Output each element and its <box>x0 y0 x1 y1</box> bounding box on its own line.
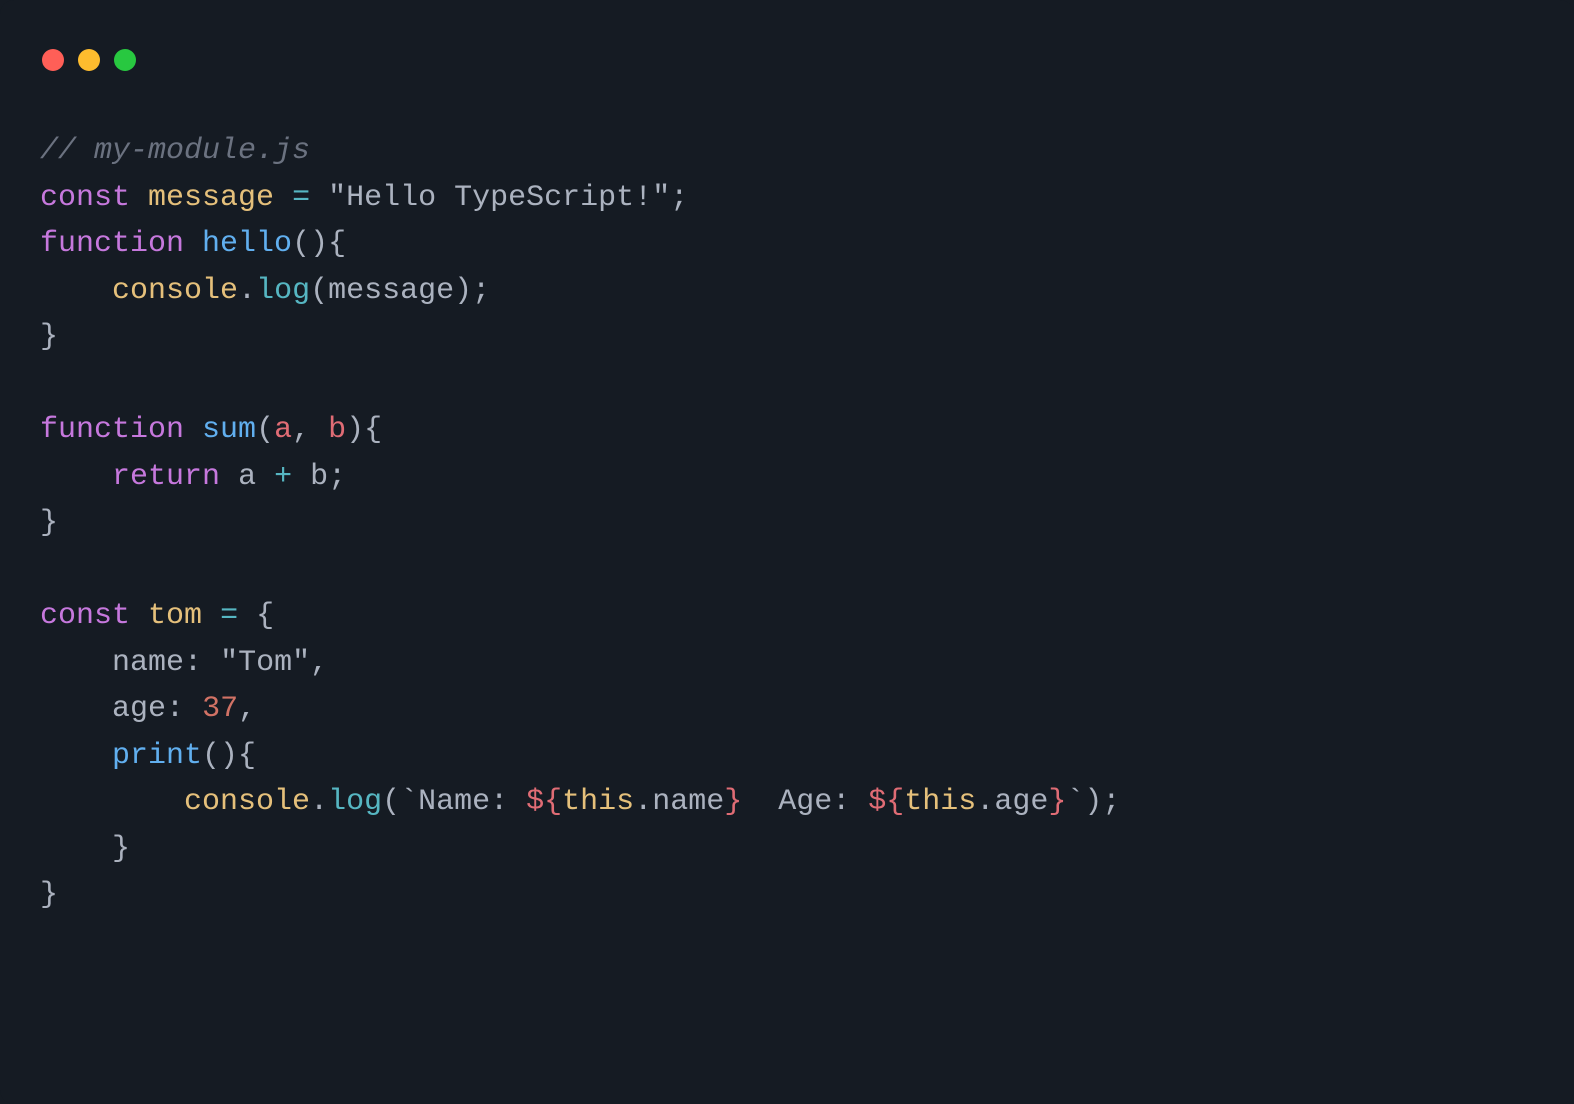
token-keyword: function <box>40 227 184 261</box>
token-space <box>292 460 310 494</box>
token-brace: { <box>256 599 274 633</box>
token-template-open: ${ <box>868 785 904 819</box>
token-template-open: ${ <box>526 785 562 819</box>
token-punct: ( <box>310 274 328 308</box>
token-string: Tom <box>238 646 292 680</box>
token-function-name: sum <box>202 413 256 447</box>
code-comment: // my-module.js <box>40 134 310 168</box>
token-space <box>130 599 148 633</box>
token-space <box>310 181 328 215</box>
token-operator: + <box>274 460 292 494</box>
token-this: this <box>562 785 634 819</box>
token-backtick: ` <box>1066 785 1084 819</box>
token-punct: , <box>238 692 256 726</box>
token-brace: } <box>40 320 58 354</box>
token-object: console <box>112 274 238 308</box>
token-template-close: } <box>1048 785 1066 819</box>
token-property: age <box>112 692 166 726</box>
editor-window: // my-module.js const message = "Hello T… <box>0 0 1574 1104</box>
token-indent <box>40 646 112 680</box>
token-brace: } <box>40 506 58 540</box>
token-punct: (){ <box>292 227 346 261</box>
token-param: a <box>274 413 292 447</box>
token-indent <box>40 739 112 773</box>
token-space <box>220 460 238 494</box>
code-editor[interactable]: // my-module.js const message = "Hello T… <box>0 90 1574 919</box>
token-keyword: function <box>40 413 184 447</box>
token-property: age <box>994 785 1048 819</box>
token-space <box>238 599 256 633</box>
token-indent <box>40 785 184 819</box>
token-var: a <box>238 460 256 494</box>
token-keyword: const <box>40 599 130 633</box>
minimize-icon[interactable] <box>78 49 100 71</box>
token-operator: = <box>292 181 310 215</box>
token-keyword: return <box>112 460 220 494</box>
token-object: console <box>184 785 310 819</box>
token-string: Hello TypeScript! <box>346 181 652 215</box>
token-this: this <box>904 785 976 819</box>
token-punct: : <box>184 646 202 680</box>
token-number: 37 <box>202 692 238 726</box>
token-space <box>130 181 148 215</box>
token-punct: ); <box>1084 785 1120 819</box>
token-method: log <box>328 785 382 819</box>
token-method: log <box>256 274 310 308</box>
token-string-quote: " <box>652 181 670 215</box>
token-indent <box>40 460 112 494</box>
token-backtick: ` <box>400 785 418 819</box>
token-brace: } <box>40 878 58 912</box>
token-function-name: hello <box>202 227 292 261</box>
token-space <box>256 460 274 494</box>
token-punct: . <box>310 785 328 819</box>
token-brace: } <box>112 832 130 866</box>
token-var: b <box>310 460 328 494</box>
token-string-quote: " <box>328 181 346 215</box>
token-param: b <box>328 413 346 447</box>
token-operator: = <box>220 599 238 633</box>
token-arg: message <box>328 274 454 308</box>
token-punct: , <box>292 413 310 447</box>
token-punct: ( <box>256 413 274 447</box>
token-punct: ; <box>670 181 688 215</box>
token-punct: , <box>310 646 328 680</box>
token-keyword: const <box>40 181 130 215</box>
token-punct: ){ <box>346 413 382 447</box>
token-property: name <box>112 646 184 680</box>
token-space <box>202 599 220 633</box>
token-method-name: print <box>112 739 202 773</box>
token-string-quote: " <box>220 646 238 680</box>
token-string-quote: " <box>292 646 310 680</box>
token-space <box>184 413 202 447</box>
token-indent <box>40 274 112 308</box>
token-template-close: } <box>724 785 742 819</box>
window-titlebar <box>0 0 1574 90</box>
token-property: name <box>652 785 724 819</box>
token-punct: . <box>238 274 256 308</box>
token-punct: ( <box>382 785 400 819</box>
token-indent <box>40 832 112 866</box>
token-space <box>202 646 220 680</box>
token-punct: ; <box>328 460 346 494</box>
token-punct: . <box>976 785 994 819</box>
close-icon[interactable] <box>42 49 64 71</box>
zoom-icon[interactable] <box>114 49 136 71</box>
token-template-text: Name: <box>418 785 526 819</box>
token-punct: : <box>166 692 184 726</box>
token-space <box>310 413 328 447</box>
token-punct: (){ <box>202 739 256 773</box>
token-space <box>274 181 292 215</box>
token-punct: ); <box>454 274 490 308</box>
token-punct: . <box>634 785 652 819</box>
token-identifier: message <box>148 181 274 215</box>
token-space <box>184 227 202 261</box>
token-indent <box>40 692 112 726</box>
token-template-text: Age: <box>742 785 868 819</box>
token-space <box>184 692 202 726</box>
token-identifier: tom <box>148 599 202 633</box>
